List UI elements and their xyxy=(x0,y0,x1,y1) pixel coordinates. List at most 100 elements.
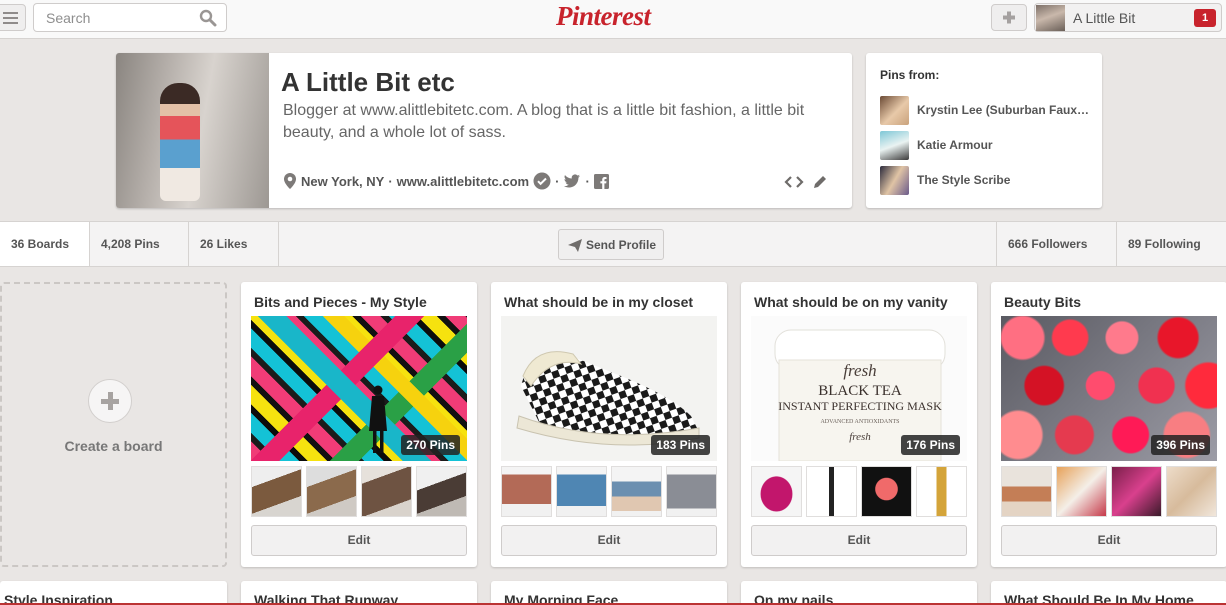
user-menu-button[interactable]: A Little Bit 1 xyxy=(1034,3,1222,32)
profile-bio: Blogger at www.alittlebitetc.com. A blog… xyxy=(283,102,805,141)
location-pin-icon xyxy=(284,173,296,189)
board-cover-image[interactable]: fresh BLACK TEA INSTANT PERFECTING MASK … xyxy=(751,316,967,461)
jar-line-2: INSTANT PERFECTING MASK xyxy=(778,399,942,413)
plus-icon xyxy=(1003,11,1015,24)
pin-count-badge: 270 Pins xyxy=(401,435,460,455)
profile-name: A Little Bit etc xyxy=(281,67,455,97)
profile-location: New York, NY xyxy=(301,173,385,189)
board-thumbnail[interactable] xyxy=(751,466,802,517)
verified-check-icon xyxy=(533,172,551,190)
board-title: What should be in my closet xyxy=(504,294,694,310)
pin-count-badge: 176 Pins xyxy=(901,435,960,455)
board-card[interactable]: Beauty Bits 396 Pins Edit xyxy=(991,282,1226,567)
add-pin-button[interactable] xyxy=(991,4,1027,31)
edit-board-button[interactable]: Edit xyxy=(251,525,467,556)
profile-avatar xyxy=(116,53,269,208)
edit-board-button[interactable]: Edit xyxy=(501,525,717,556)
tab-followers[interactable]: 666 Followers xyxy=(996,222,1116,266)
board-thumbnails xyxy=(251,466,467,517)
embed-code-icon[interactable] xyxy=(784,175,804,189)
jar-line-4: fresh xyxy=(849,431,871,443)
board-thumbnail[interactable] xyxy=(916,466,967,517)
profile-stats-bar: 36 Boards 4,208 Pins 26 Likes Send Profi… xyxy=(0,221,1226,267)
pins-from-name: The Style Scribe xyxy=(917,173,1011,187)
send-icon xyxy=(568,239,582,252)
tab-pins[interactable]: 4,208 Pins xyxy=(90,222,189,266)
board-cover-image[interactable]: 270 Pins xyxy=(251,316,467,461)
pins-from-panel: Pins from: Krystin Lee (Suburban Faux… K… xyxy=(866,53,1102,208)
meta-separator: · xyxy=(555,173,560,189)
pins-from-item[interactable]: Krystin Lee (Suburban Faux… xyxy=(880,96,1095,125)
board-thumbnail[interactable] xyxy=(416,466,467,517)
menu-bar-3 xyxy=(3,22,18,24)
board-card[interactable]: What should be in my closet 183 Pins Edi… xyxy=(491,282,727,567)
board-thumbnail[interactable] xyxy=(556,466,607,517)
board-card[interactable]: What should be on my vanity fresh BLACK … xyxy=(741,282,977,567)
pinterest-logo[interactable]: Pinterest xyxy=(556,1,651,32)
board-card[interactable]: My Morning Face xyxy=(491,581,727,605)
edit-board-button[interactable]: Edit xyxy=(751,525,967,556)
pin-count-badge: 183 Pins xyxy=(651,435,710,455)
twitter-icon[interactable] xyxy=(563,173,581,189)
board-cover-image[interactable]: 396 Pins xyxy=(1001,316,1217,461)
board-card[interactable]: On my nails xyxy=(741,581,977,605)
meta-separator: · xyxy=(585,173,590,189)
board-title: Beauty Bits xyxy=(1004,294,1082,310)
menu-bar-2 xyxy=(3,17,18,19)
board-thumbnail[interactable] xyxy=(861,466,912,517)
board-card[interactable]: Bits and Pieces - My Style 270 Pins Edit xyxy=(241,282,477,567)
board-thumbnail[interactable] xyxy=(501,466,552,517)
profile-meta: New York, NY · www.alittlebitetc.com · · xyxy=(283,172,609,190)
board-thumbnail[interactable] xyxy=(1111,466,1162,517)
send-profile-button[interactable]: Send Profile xyxy=(558,229,664,260)
user-avatar xyxy=(1036,5,1065,31)
jar-line-1: BLACK TEA xyxy=(818,383,902,399)
board-title: Bits and Pieces - My Style xyxy=(254,294,427,310)
board-thumbnail[interactable] xyxy=(611,466,662,517)
board-thumbnail[interactable] xyxy=(361,466,412,517)
meta-separator: · xyxy=(388,173,393,189)
board-thumbnail[interactable] xyxy=(806,466,857,517)
search-icon[interactable] xyxy=(199,9,217,27)
pins-from-title: Pins from: xyxy=(880,68,940,82)
board-cover-image[interactable]: 183 Pins xyxy=(501,316,717,461)
board-thumbnail[interactable] xyxy=(306,466,357,517)
avatar-figure xyxy=(160,83,200,201)
tab-likes[interactable]: 26 Likes xyxy=(189,222,279,266)
notification-badge[interactable]: 1 xyxy=(1194,9,1216,27)
board-card[interactable]: Walking That Runway xyxy=(241,581,477,605)
board-card[interactable]: Style Inspiration xyxy=(0,581,227,605)
plus-icon xyxy=(88,379,132,423)
pins-from-item[interactable]: The Style Scribe xyxy=(880,166,1095,195)
pin-count-badge: 396 Pins xyxy=(1151,435,1210,455)
search-placeholder: Search xyxy=(46,10,91,26)
pins-from-name: Katie Armour xyxy=(917,138,993,152)
facebook-icon[interactable] xyxy=(593,173,609,189)
board-card[interactable]: What Should Be In My Home xyxy=(991,581,1226,605)
board-thumbnail[interactable] xyxy=(1001,466,1052,517)
edit-board-button[interactable]: Edit xyxy=(1001,525,1217,556)
menu-button[interactable] xyxy=(0,4,26,31)
search-input[interactable]: Search xyxy=(33,3,227,32)
jar-brand: fresh xyxy=(843,361,876,380)
board-thumbnail[interactable] xyxy=(251,466,302,517)
send-profile-label: Send Profile xyxy=(586,238,657,252)
top-navigation-bar: Search Pinterest A Little Bit 1 xyxy=(0,0,1226,39)
board-thumbnail[interactable] xyxy=(1056,466,1107,517)
board-thumbnail[interactable] xyxy=(666,466,717,517)
tab-boards[interactable]: 36 Boards xyxy=(0,222,90,266)
create-board-label: Create a board xyxy=(64,438,163,454)
user-name: A Little Bit xyxy=(1073,10,1136,26)
edit-pencil-icon[interactable] xyxy=(812,174,828,190)
pins-from-avatar xyxy=(880,166,909,195)
board-title: What should be on my vanity xyxy=(754,294,948,310)
board-thumbnail[interactable] xyxy=(1166,466,1217,517)
pins-from-item[interactable]: Katie Armour xyxy=(880,131,1095,160)
create-board-tile[interactable]: Create a board xyxy=(0,282,227,567)
pins-from-avatar xyxy=(880,131,909,160)
board-thumbnails xyxy=(1001,466,1217,517)
board-thumbnails xyxy=(501,466,717,517)
profile-website-link[interactable]: www.alittlebitetc.com xyxy=(397,174,529,189)
pins-from-avatar xyxy=(880,96,909,125)
tab-following[interactable]: 89 Following xyxy=(1116,222,1226,266)
